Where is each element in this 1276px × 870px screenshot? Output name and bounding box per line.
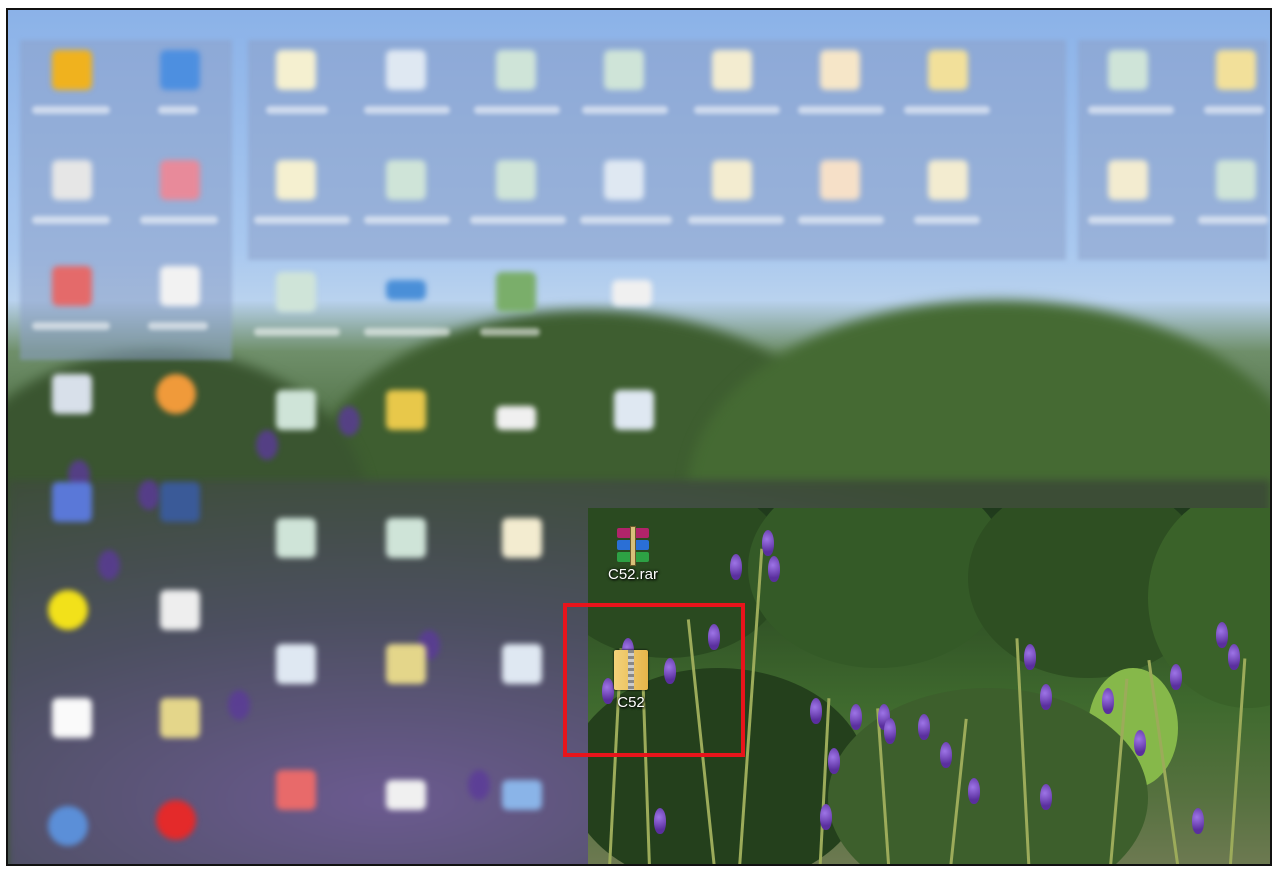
desktop-icon-c52-rar[interactable]: C52.rar: [588, 526, 678, 583]
highlight-box: [563, 603, 745, 757]
desktop-icon-label: C52.rar: [607, 566, 659, 583]
blurred-icon-group: [20, 40, 232, 360]
winrar-archive-icon: [613, 526, 653, 566]
